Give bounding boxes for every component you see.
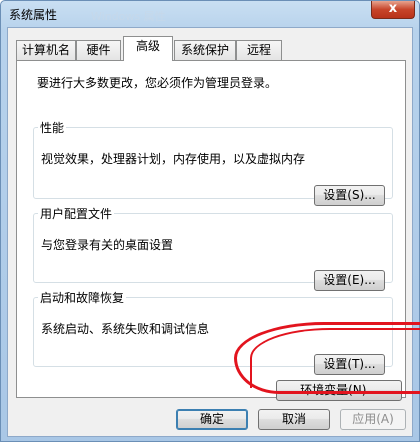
cancel-button[interactable]: 取消 bbox=[258, 409, 330, 430]
tab-system-protection[interactable]: 系统保护 bbox=[174, 40, 236, 60]
startup-recovery-description: 系统启动、系统失败和调试信息 bbox=[41, 322, 210, 336]
tab-hardware[interactable]: 硬件 bbox=[76, 40, 121, 60]
performance-group-title: 性能 bbox=[40, 121, 65, 135]
admin-notice: 要进行大多数更改，您必须作为管理员登录。 bbox=[37, 76, 278, 90]
performance-settings-button[interactable]: 设置(S)... bbox=[314, 185, 385, 206]
environment-variables-button[interactable]: 环境变量(N)... bbox=[276, 380, 402, 401]
tab-remote[interactable]: 远程 bbox=[236, 40, 282, 60]
ok-button[interactable]: 确定 bbox=[176, 409, 248, 430]
tab-advanced[interactable]: 高级 bbox=[123, 36, 173, 61]
window-title: 系统属性 bbox=[9, 8, 58, 22]
title-bar[interactable]: 系统属性 Windows 属性 x bbox=[1, 1, 419, 27]
user-profiles-group: 用户配置文件 与您登录有关的桌面设置 设置(E)... bbox=[33, 205, 393, 291]
user-profiles-settings-button[interactable]: 设置(E)... bbox=[314, 270, 385, 291]
advanced-tab-panel: 要进行大多数更改，您必须作为管理员登录。 性能 视觉效果，处理器计划，内存使用，… bbox=[16, 60, 406, 401]
user-profiles-group-title: 用户配置文件 bbox=[40, 207, 113, 221]
tab-strip: 计算机名 硬件 高级 系统保护 远程 bbox=[16, 36, 406, 61]
background-window-title: Windows 属性 bbox=[91, 10, 166, 23]
close-button[interactable]: x bbox=[371, 1, 415, 19]
user-profiles-description: 与您登录有关的桌面设置 bbox=[41, 238, 174, 252]
startup-recovery-group: 启动和故障恢复 系统启动、系统失败和调试信息 设置(T)... bbox=[33, 289, 393, 375]
performance-group: 性能 视觉效果，处理器计划，内存使用，以及虚拟内存 设置(S)... bbox=[33, 119, 393, 206]
startup-recovery-group-title: 启动和故障恢复 bbox=[40, 291, 125, 305]
tab-computer-name[interactable]: 计算机名 bbox=[16, 40, 76, 60]
startup-recovery-settings-button[interactable]: 设置(T)... bbox=[314, 354, 385, 375]
dialog-client-area: 计算机名 硬件 高级 系统保护 远程 要进行大多数更改，您必须作为管理员登录。 … bbox=[7, 27, 413, 437]
close-icon: x bbox=[388, 1, 398, 16]
system-properties-window: 系统属性 Windows 属性 x 计算机名 硬件 高级 系统保护 远程 要进行… bbox=[0, 0, 420, 442]
performance-description: 视觉效果，处理器计划，内存使用，以及虚拟内存 bbox=[41, 152, 306, 166]
apply-button[interactable]: 应用(A) bbox=[340, 409, 406, 430]
